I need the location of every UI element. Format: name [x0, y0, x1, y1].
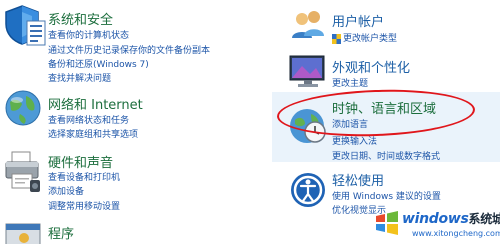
- category-title-appearance[interactable]: 外观和个性化: [332, 61, 410, 76]
- category-title-ease[interactable]: 轻松使用: [332, 174, 384, 189]
- link-troubleshoot[interactable]: 查找并解决问题: [48, 74, 111, 85]
- category-title-network[interactable]: 网络和 Internet: [48, 98, 143, 113]
- watermark: windows系统城 www.xitongcheng.com: [372, 206, 500, 244]
- watermark-brand-cn: 系统城: [468, 212, 500, 226]
- category-title-system-security[interactable]: 系统和安全: [48, 13, 113, 28]
- network-globe-icon[interactable]: [2, 88, 44, 128]
- link-homegroup[interactable]: 选择家庭组和共享选项: [48, 130, 138, 141]
- category-title-user-accounts[interactable]: 用户帐户: [332, 15, 384, 30]
- watermark-url: www.xitongcheng.com: [412, 229, 500, 238]
- link-windows-suggested-settings[interactable]: 使用 Windows 建议的设置: [332, 192, 441, 203]
- monitor-icon[interactable]: [288, 54, 328, 90]
- uac-shield-icon: [332, 34, 341, 44]
- programs-icon[interactable]: [4, 218, 44, 244]
- ease-of-access-icon[interactable]: [288, 170, 328, 210]
- category-title-hardware[interactable]: 硬件和声音: [48, 156, 113, 171]
- category-title-programs[interactable]: 程序: [48, 227, 74, 242]
- link-change-input-method[interactable]: 更换输入法: [332, 137, 377, 148]
- checklist-badge-icon: [26, 20, 46, 46]
- link-add-device[interactable]: 添加设备: [48, 187, 84, 198]
- windows-logo-icon: [376, 211, 398, 235]
- watermark-brand-en: windows: [402, 211, 469, 227]
- link-network-status[interactable]: 查看网络状态和任务: [48, 116, 129, 127]
- printer-icon[interactable]: [2, 150, 44, 194]
- link-view-computer-status[interactable]: 查看你的计算机状态: [48, 31, 129, 42]
- link-change-date-time-format[interactable]: 更改日期、时间或数字格式: [332, 152, 440, 163]
- link-backup-restore[interactable]: 备份和还原(Windows 7): [48, 60, 149, 71]
- link-devices-printers[interactable]: 查看设备和打印机: [48, 173, 120, 184]
- link-change-account-type[interactable]: 更改帐户类型: [343, 34, 397, 45]
- link-file-history[interactable]: 通过文件历史记录保存你的文件备份副本: [48, 46, 210, 57]
- user-accounts-icon[interactable]: [290, 8, 326, 44]
- link-mobility-settings[interactable]: 调整常用移动设置: [48, 202, 120, 213]
- link-change-theme[interactable]: 更改主题: [332, 79, 368, 90]
- watermark-brand: windows系统城: [402, 210, 500, 227]
